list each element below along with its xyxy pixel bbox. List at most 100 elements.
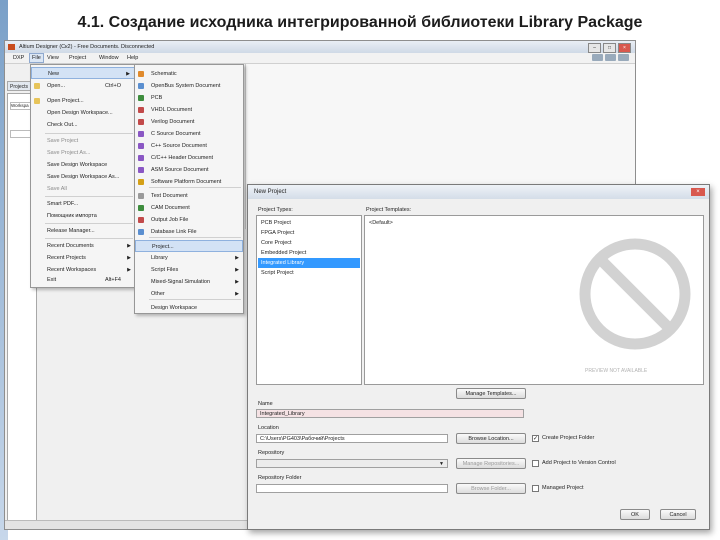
file-menu-smart-pdf[interactable]: Smart PDF... <box>31 198 135 210</box>
file-menu-release-manager[interactable]: Release Manager... <box>31 225 135 237</box>
add-vcs-label: Add Project to Version Control <box>542 460 616 466</box>
file-menu-new[interactable]: New ▶ <box>31 67 135 79</box>
new-submenu-item[interactable]: Schematic <box>135 68 243 80</box>
menu-item-label: Mixed-Signal Simulation <box>151 279 210 285</box>
new-submenu-item[interactable]: VHDL Document <box>135 104 243 116</box>
new-submenu-item[interactable]: Library ▶ <box>135 252 243 264</box>
file-menu-open-workspace[interactable]: Open Design Workspace... <box>31 107 135 119</box>
manage-repositories-button[interactable]: Manage Repositories... <box>456 458 526 469</box>
new-submenu-item[interactable]: Text Document <box>135 190 243 202</box>
back-icon[interactable] <box>592 54 603 61</box>
project-type-item[interactable]: FPGA Project <box>258 228 360 238</box>
open-project-icon <box>34 98 40 104</box>
file-menu-check-out[interactable]: Check Out... <box>31 119 135 131</box>
manage-templates-button[interactable]: Manage Templates... <box>456 388 526 399</box>
altium-logo-icon <box>8 44 15 50</box>
menu-view[interactable]: View <box>45 53 61 63</box>
file-menu-import-wizard[interactable]: Помощник импорта <box>31 210 135 222</box>
menu-help[interactable]: Help <box>125 53 140 63</box>
new-submenu-item[interactable]: Design Workspace <box>135 302 243 314</box>
app-titlebar: Altium Designer (Ск2) - Free Documents. … <box>5 41 635 53</box>
menu-item-label: Schematic <box>151 71 177 77</box>
template-item-default[interactable]: <Default> <box>366 218 702 228</box>
menu-item-label: Output Job File <box>151 217 189 223</box>
maximize-icon[interactable]: □ <box>603 43 616 53</box>
repository-folder-field[interactable] <box>256 484 448 493</box>
repository-select[interactable]: ▼ <box>256 459 448 468</box>
close-icon[interactable]: × <box>618 43 631 53</box>
menu-separator <box>149 187 241 188</box>
file-menu-recent-documents[interactable]: Recent Documents ▶ <box>31 240 135 252</box>
document-type-icon <box>138 95 144 101</box>
ok-button[interactable]: OK <box>620 509 650 520</box>
menu-dxp[interactable]: DXP <box>11 53 26 63</box>
menu-item-label: Smart PDF... <box>47 201 79 207</box>
project-type-item[interactable]: Core Project <box>258 238 360 248</box>
new-submenu-item[interactable]: Output Job File <box>135 214 243 226</box>
menu-separator <box>149 237 241 238</box>
file-menu-open-project[interactable]: Open Project... <box>31 95 135 107</box>
new-submenu-item[interactable]: C/C++ Header Document <box>135 152 243 164</box>
new-submenu-item[interactable]: OpenBus System Document <box>135 80 243 92</box>
menu-window[interactable]: Window <box>97 53 121 63</box>
menu-project[interactable]: Project <box>67 53 88 63</box>
new-submenu-item[interactable]: C++ Source Document <box>135 140 243 152</box>
minimize-icon[interactable]: – <box>588 43 601 53</box>
file-menu-recent-projects[interactable]: Recent Projects ▶ <box>31 252 135 264</box>
new-submenu-item[interactable]: Mixed-Signal Simulation ▶ <box>135 276 243 288</box>
new-submenu-item[interactable]: Script Files ▶ <box>135 264 243 276</box>
new-submenu-item[interactable]: C Source Document <box>135 128 243 140</box>
menu-item-label: Exit <box>47 277 57 283</box>
document-type-icon <box>138 179 144 185</box>
file-menu-save-workspace[interactable]: Save Design Workspace <box>31 159 135 171</box>
menu-separator <box>45 238 133 239</box>
project-name-field[interactable]: Integrated_Library <box>256 409 524 418</box>
file-menu-save-project-as[interactable]: Save Project As... <box>31 147 135 159</box>
add-vcs-checkbox[interactable] <box>532 460 539 467</box>
new-submenu-item[interactable]: Project... <box>135 240 243 252</box>
project-types-label: Project Types: <box>258 207 293 213</box>
app-title: Altium Designer (Ск2) - Free Documents. … <box>19 44 155 50</box>
file-menu-save-workspace-as[interactable]: Save Design Workspace As... <box>31 171 135 183</box>
menu-bar: DXP File View Project Window Help <box>5 53 635 64</box>
file-menu-exit[interactable]: Exit Alt+F4 <box>31 274 135 286</box>
new-submenu-item[interactable]: Verilog Document <box>135 116 243 128</box>
document-type-icon <box>138 131 144 137</box>
home-icon[interactable] <box>618 54 629 61</box>
project-type-item[interactable]: Integrated Library <box>258 258 360 268</box>
forward-icon[interactable] <box>605 54 616 61</box>
new-submenu-item[interactable]: ASM Source Document <box>135 164 243 176</box>
file-menu-save-all[interactable]: Save All <box>31 183 135 195</box>
create-folder-checkbox[interactable]: ✓ <box>532 435 539 442</box>
file-menu-save-project[interactable]: Save Project <box>31 135 135 147</box>
cancel-button[interactable]: Cancel <box>660 509 696 520</box>
slide-title: 4.1. Создание исходника интегрированной … <box>77 14 643 31</box>
document-type-icon <box>138 229 144 235</box>
submenu-arrow-icon: ▶ <box>127 243 131 249</box>
project-templates-list[interactable]: <Default> PREVIEW NOT AVAILABLE <box>364 215 704 385</box>
browse-folder-button[interactable]: Browse Folder... <box>456 483 526 494</box>
menu-item-label: Recent Workspaces <box>47 267 97 273</box>
project-type-item[interactable]: Script Project <box>258 268 360 278</box>
menu-item-label: Library <box>151 255 168 261</box>
new-submenu-item[interactable]: CAM Document <box>135 202 243 214</box>
menu-separator <box>45 223 133 224</box>
dialog-title: New Project <box>248 185 709 199</box>
file-menu-open[interactable]: Open... Ctrl+O <box>31 80 135 92</box>
repository-folder-label: Repository Folder <box>258 475 302 481</box>
managed-project-checkbox[interactable] <box>532 485 539 492</box>
submenu-arrow-icon: ▶ <box>235 279 239 285</box>
close-icon[interactable]: × <box>691 188 705 196</box>
location-field[interactable]: C:\Users\PG403\Рабочий\Projects <box>256 434 448 443</box>
menu-separator <box>45 133 133 134</box>
project-templates-label: Project Templates: <box>366 207 412 213</box>
project-type-item[interactable]: Embedded Project <box>258 248 360 258</box>
menu-item-label: Open Project... <box>47 98 84 104</box>
new-submenu-item[interactable]: PCB <box>135 92 243 104</box>
browse-location-button[interactable]: Browse Location... <box>456 433 526 444</box>
project-types-list[interactable]: PCB Project FPGA Project Core Project Embed… <box>256 215 362 385</box>
menu-item-label: C++ Source Document <box>151 143 207 149</box>
project-type-item[interactable]: PCB Project <box>258 218 360 228</box>
menu-file[interactable]: File <box>29 53 44 63</box>
submenu-arrow-icon: ▶ <box>235 255 239 261</box>
